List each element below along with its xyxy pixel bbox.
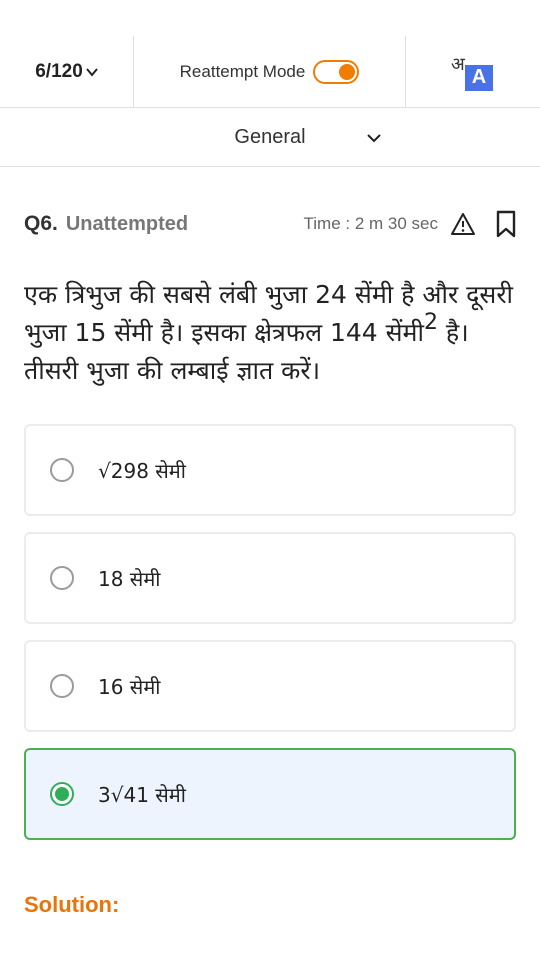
- reattempt-label: Reattempt Mode: [179, 62, 306, 81]
- question-text: एक त्रिभुज की सबसे लंबी भुजा 24 सेंमी है…: [24, 276, 516, 390]
- question-status: Unattempted: [65, 212, 189, 235]
- language-icon-english: A: [465, 64, 493, 91]
- solution-heading: Solution:: [24, 892, 120, 917]
- option-1[interactable]: √298 सेमी: [24, 424, 516, 516]
- option-label: 16 सेमी: [98, 674, 161, 699]
- radio-button[interactable]: [50, 458, 74, 482]
- option-label: √298 सेमी: [98, 458, 186, 483]
- question-timer: Time : 2 m 30 sec: [303, 214, 438, 233]
- question-selector[interactable]: 6/120: [0, 36, 134, 108]
- option-4[interactable]: 3√41 सेमी: [24, 748, 516, 840]
- question-header: Q6. Unattempted Time : 2 m 30 sec: [24, 204, 516, 244]
- question-number: Q6.: [24, 212, 58, 235]
- radio-button-selected[interactable]: [50, 782, 74, 806]
- radio-button[interactable]: [50, 674, 74, 698]
- question-counter: 6/120: [35, 61, 83, 82]
- superscript: 2: [423, 310, 438, 335]
- option-label: 3√41 सेमी: [98, 782, 186, 807]
- section-name: General: [234, 126, 306, 148]
- reattempt-toggle[interactable]: [313, 60, 360, 84]
- option-3[interactable]: 16 सेमी: [24, 640, 516, 732]
- chevron-down-icon: [367, 134, 381, 143]
- toggle-knob: [339, 64, 356, 80]
- reattempt-mode: Reattempt Mode: [134, 36, 406, 108]
- section-dropdown[interactable]: General: [0, 109, 540, 167]
- top-toolbar: 6/120 Reattempt Mode अ A: [0, 36, 540, 108]
- chevron-down-icon: [85, 68, 98, 77]
- option-label: 18 सेमी: [98, 566, 161, 591]
- language-icon: अ A: [451, 52, 495, 92]
- radio-button[interactable]: [50, 566, 74, 590]
- report-warning-icon[interactable]: [450, 212, 476, 236]
- bookmark-icon[interactable]: [496, 210, 516, 238]
- option-2[interactable]: 18 सेमी: [24, 532, 516, 624]
- language-icon-hindi: अ: [451, 53, 465, 75]
- language-switch[interactable]: अ A: [406, 36, 540, 107]
